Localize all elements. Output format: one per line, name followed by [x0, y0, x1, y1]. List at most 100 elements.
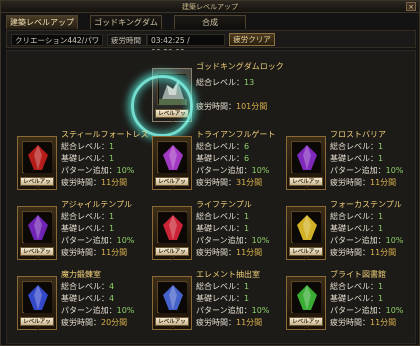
- building-icon-frame: レベルアップ: [286, 206, 326, 263]
- pattern-bonus: 10%: [385, 306, 404, 315]
- base-level: 1: [109, 224, 115, 233]
- building-icon-frame: レベルアップ: [17, 276, 57, 333]
- stat-label: 総合レベル：: [330, 212, 378, 221]
- total-level: 1: [244, 282, 250, 291]
- window-title: 建築レベルアップ: [1, 1, 419, 13]
- pattern-bonus: 10%: [251, 236, 270, 245]
- levelup-button[interactable]: レベルアップ: [155, 317, 189, 333]
- stat-label: 基礎レベル：: [61, 154, 109, 163]
- red-crystal-icon: [157, 211, 187, 243]
- building-card: ブライト図書館 レベルアップ 総合レベル：1 基礎レベル：1 パターン追加：10…: [286, 269, 414, 335]
- close-icon[interactable]: ×: [406, 2, 416, 11]
- base-level: 1: [109, 154, 115, 163]
- stat-label: 総合レベル：: [196, 282, 244, 291]
- levelup-button[interactable]: レベルアップ: [20, 177, 54, 193]
- stat-label: パターン追加：: [330, 306, 386, 315]
- featured-total-level: 13: [244, 78, 255, 87]
- levelup-button[interactable]: レベルアップ: [20, 317, 54, 333]
- fatigue-time: 11分間: [236, 248, 263, 257]
- building-icon-frame: レベルアップ: [286, 136, 326, 193]
- fatigue-clear-button[interactable]: 疲労クリア: [229, 33, 275, 46]
- building-icon-frame: レベルアップ: [152, 136, 192, 193]
- fatigue-time: 11分間: [101, 178, 128, 187]
- building-name: スティールフォートレス: [61, 130, 149, 139]
- stat-label: 疲労時間：: [196, 178, 236, 187]
- stat-label: 基礎レベル：: [330, 224, 378, 233]
- building-stats: 総合レベル：1 基礎レベル：1 パターン追加：10% 疲労時間：11分間: [196, 211, 269, 259]
- fatigue-time: 20分間: [101, 318, 128, 327]
- building-stats: 総合レベル：1 基礎レベル：1 パターン追加：10% 疲労時間：11分間: [330, 211, 403, 259]
- stat-label: 疲労時間：: [330, 248, 370, 257]
- stat-label: 疲労時間：: [196, 248, 236, 257]
- levelup-button[interactable]: レベルアップ: [289, 247, 323, 263]
- building-name: ブライト図書館: [330, 270, 386, 279]
- building-card: フォーカステンプル レベルアップ 総合レベル：1 基礎レベル：1 パターン追加：…: [286, 199, 414, 265]
- stat-label: 疲労時間：: [330, 318, 370, 327]
- levelup-button[interactable]: レベルアップ: [289, 177, 323, 193]
- stat-label: 総合レベル：: [61, 282, 109, 291]
- base-level: 1: [244, 294, 250, 303]
- total-level: 1: [378, 142, 384, 151]
- tab-synthesis[interactable]: 合成: [174, 15, 246, 29]
- yellow-crystal-icon: [291, 211, 321, 243]
- stat-label: 基礎レベル：: [330, 294, 378, 303]
- red-gem-icon: [22, 141, 52, 173]
- featured-stats: 総合レベル：13 疲労時間：101分間: [196, 77, 267, 113]
- blue-crystal-icon: [22, 281, 52, 313]
- levelup-button[interactable]: レベルアップ: [289, 317, 323, 333]
- building-name: エレメント抽出室: [196, 270, 260, 279]
- pattern-bonus: 10%: [385, 236, 404, 245]
- base-level: 1: [378, 224, 384, 233]
- total-level: 1: [109, 142, 115, 151]
- stat-label: パターン追加：: [330, 166, 386, 175]
- stat-label: 基礎レベル：: [61, 294, 109, 303]
- levelup-button[interactable]: レベルアップ: [155, 177, 189, 193]
- total-level: 4: [109, 282, 115, 291]
- levelup-button[interactable]: レベルアップ: [20, 247, 54, 263]
- total-level: 6: [244, 142, 250, 151]
- base-level: 4: [109, 294, 115, 303]
- stat-label: 総合レベル：: [196, 78, 244, 87]
- pattern-bonus: 10%: [251, 166, 270, 175]
- tab-god-kingdom[interactable]: ゴッドキングダム: [90, 15, 162, 29]
- stat-label: 疲労時間：: [61, 318, 101, 327]
- total-level: 1: [244, 212, 250, 221]
- tab-building-levelup[interactable]: 建築レベルアップ: [6, 15, 78, 29]
- building-name: フロストバリア: [330, 130, 386, 139]
- pattern-bonus: 10%: [116, 236, 135, 245]
- pattern-bonus: 10%: [116, 306, 135, 315]
- stat-label: 疲労時間：: [196, 318, 236, 327]
- building-card: トライアンフルゲート レベルアップ 総合レベル：6 基礎レベル：6 パターン追加…: [152, 129, 280, 195]
- base-level: 1: [378, 154, 384, 163]
- building-icon-frame: レベルアップ: [286, 276, 326, 333]
- building-card: 魔力鍛錬室 レベルアップ 総合レベル：4 基礎レベル：4 パターン追加：10% …: [17, 269, 145, 335]
- levelup-button[interactable]: レベルアップ: [155, 247, 189, 263]
- blue-orb-icon: [157, 281, 187, 313]
- total-level: 1: [378, 212, 384, 221]
- stat-label: 総合レベル：: [330, 282, 378, 291]
- building-icon-frame: レベルアップ: [17, 136, 57, 193]
- base-level: 6: [244, 154, 250, 163]
- stat-label: パターン追加：: [61, 306, 117, 315]
- stat-label: 基礎レベル：: [196, 294, 244, 303]
- pattern-bonus: 10%: [251, 306, 270, 315]
- building-stats: 総合レベル：1 基礎レベル：1 パターン追加：10% 疲労時間：11分間: [61, 141, 134, 189]
- building-stats: 総合レベル：1 基礎レベル：1 パターン追加：10% 疲労時間：11分間: [330, 141, 403, 189]
- building-stats: 総合レベル：1 基礎レベル：1 パターン追加：10% 疲労時間：11分間: [330, 281, 403, 329]
- building-card: ライフテンプル レベルアップ 総合レベル：1 基礎レベル：1 パターン追加：10…: [152, 199, 280, 265]
- base-level: 1: [244, 224, 250, 233]
- building-name: 魔力鍛錬室: [61, 270, 101, 279]
- violet-crystal-icon: [157, 141, 187, 173]
- building-stats: 総合レベル：4 基礎レベル：4 パターン追加：10% 疲労時間：20分間: [61, 281, 134, 329]
- stat-label: 基礎レベル：: [61, 224, 109, 233]
- total-level: 1: [109, 212, 115, 221]
- fatigue-label: 疲労時間: [107, 34, 147, 46]
- stat-label: 疲労時間：: [196, 102, 236, 111]
- stat-label: 総合レベル：: [196, 212, 244, 221]
- fatigue-time: 11分間: [370, 248, 397, 257]
- building-card: エレメント抽出室 レベルアップ 総合レベル：1 基礎レベル：1 パターン追加：1…: [152, 269, 280, 335]
- stat-label: パターン追加：: [196, 166, 252, 175]
- stat-label: 総合レベル：: [196, 142, 244, 151]
- stat-label: パターン追加：: [61, 166, 117, 175]
- building-name: トライアンフルゲート: [196, 130, 276, 139]
